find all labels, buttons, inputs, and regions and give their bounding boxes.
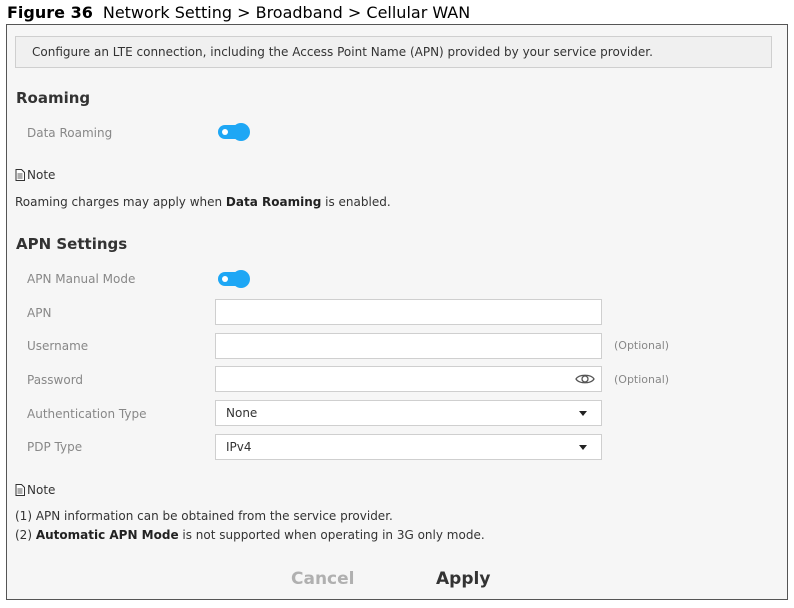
figure-title: Network Setting > Broadband > Cellular W… [102, 3, 471, 22]
password-label: Password [27, 373, 84, 387]
apply-button[interactable]: Apply [436, 569, 491, 593]
roaming-section-title: Roaming [16, 89, 91, 107]
apn-note-line-1: (1) APN information can be obtained from… [15, 509, 393, 523]
cellular-wan-panel: Configure an LTE connection, including t… [6, 24, 788, 600]
pdp-type-select[interactable]: IPv4 [215, 434, 602, 460]
apn-note-line-2-pre: (2) [15, 528, 36, 542]
cancel-button[interactable]: Cancel [288, 569, 357, 591]
apn-note-line-2-post: is not supported when operating in 3G on… [178, 528, 485, 542]
note-label: Note [27, 168, 56, 182]
roaming-note-bold: Data Roaming [225, 195, 322, 209]
data-roaming-toggle[interactable] [218, 123, 250, 141]
username-input[interactable] [226, 335, 566, 357]
toggle-track-dot [222, 129, 228, 135]
roaming-note-post: is enabled. [321, 195, 391, 209]
pdp-type-label: PDP Type [27, 440, 83, 454]
password-input-box[interactable] [215, 366, 602, 392]
apn-label: APN [27, 306, 52, 320]
note-heading: Note [15, 168, 55, 182]
apn-note-line-2: (2) Automatic APN Mode is not supported … [15, 528, 485, 542]
figure-number: Figure 36 [7, 3, 93, 22]
apn-input[interactable] [226, 301, 566, 323]
apn-section-title: APN Settings [16, 235, 128, 253]
apn-note-line-2-bold: Automatic APN Mode [35, 528, 179, 542]
username-optional-hint: (Optional) [614, 339, 670, 352]
chevron-down-icon [579, 445, 587, 450]
figure-caption: Figure 36 Network Setting > Broadband > C… [7, 3, 470, 22]
password-input[interactable] [226, 368, 566, 390]
note-document-icon [15, 169, 25, 181]
note-heading: Note [15, 483, 55, 497]
username-label: Username [27, 339, 89, 353]
authentication-type-select[interactable]: None [215, 400, 602, 426]
apn-manual-mode-toggle[interactable] [218, 270, 250, 288]
password-optional-hint: (Optional) [614, 373, 670, 386]
apn-input-box[interactable] [215, 299, 602, 325]
toggle-track-dot [222, 276, 228, 282]
chevron-down-icon [579, 411, 587, 416]
data-roaming-label: Data Roaming [27, 126, 113, 140]
note-label: Note [27, 483, 56, 497]
roaming-note-pre: Roaming charges may apply when [15, 195, 226, 209]
roaming-note-text: Roaming charges may apply when Data Roam… [15, 195, 391, 209]
info-banner: Configure an LTE connection, including t… [15, 36, 772, 68]
toggle-knob [232, 270, 250, 288]
note-document-icon [15, 484, 25, 496]
show-password-eye-icon[interactable] [575, 371, 595, 395]
authentication-type-value: None [226, 406, 258, 420]
username-input-box[interactable] [215, 333, 602, 359]
pdp-type-value: IPv4 [226, 440, 252, 454]
apn-manual-mode-label: APN Manual Mode [27, 272, 136, 286]
authentication-type-label: Authentication Type [27, 407, 147, 421]
toggle-knob [232, 123, 250, 141]
